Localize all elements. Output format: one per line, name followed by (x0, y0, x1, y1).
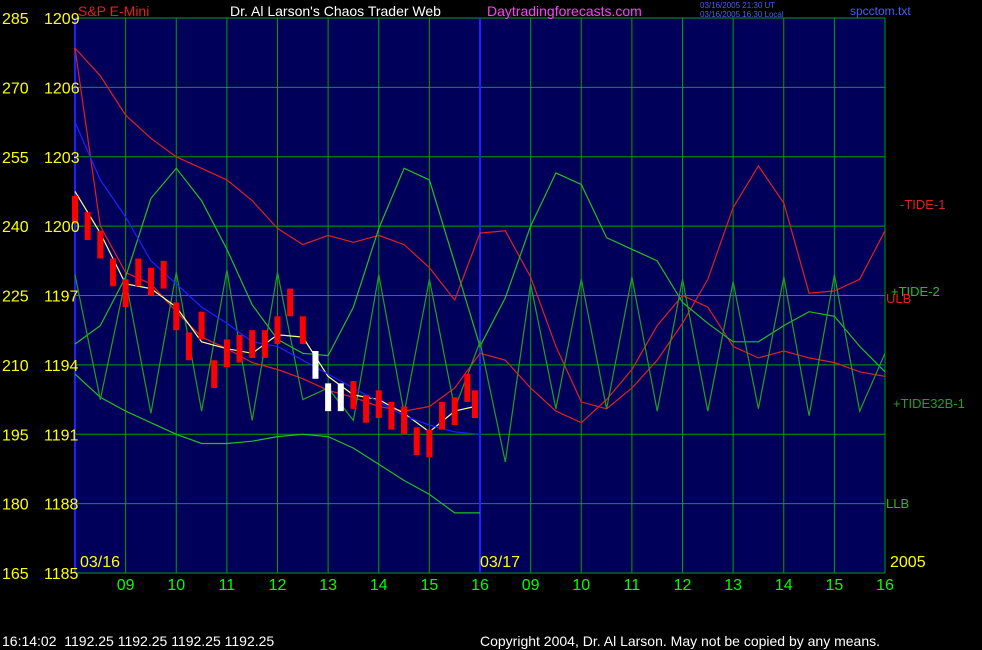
x-tick-hour: 10 (572, 577, 590, 594)
y-tick-price: 1200 (44, 219, 80, 236)
y-tick-price: 1188 (44, 497, 79, 514)
y-tick-outer: 240 (2, 219, 29, 236)
timestamp-ut: 03/16/2005 21:30 UT (700, 1, 775, 10)
price-bar (198, 311, 205, 340)
x-tick-hour: 11 (219, 577, 236, 594)
y-tick-outer: 255 (2, 150, 29, 167)
price-bar (471, 390, 478, 419)
price-bar (147, 267, 154, 296)
x-tick-hour: 11 (624, 577, 641, 594)
y-tick-outer: 180 (2, 497, 29, 514)
x-tick-hour: 14 (775, 577, 793, 594)
price-bar (312, 351, 319, 379)
chart-title: Dr. Al Larson's Chaos Trader Web (230, 3, 441, 19)
price-bar (287, 288, 294, 317)
chart-canvas: 285 1209270 1206255 1203240 1200225 1197210 11… (0, 0, 982, 650)
date-label: 03/17 (480, 554, 520, 571)
y-tick-price: 1191 (44, 427, 79, 444)
y-tick-price: 1206 (44, 80, 80, 97)
x-tick-hour: 09 (117, 577, 135, 594)
y-tick-outer: 270 (2, 80, 29, 97)
y-tick-outer: 225 (2, 289, 29, 306)
x-tick-hour: 12 (269, 577, 287, 594)
x-tick-hour: 10 (167, 577, 185, 594)
x-tick-hour: 13 (724, 577, 742, 594)
price-bar (363, 394, 370, 423)
site-label: Daytradingforecasts.com (487, 3, 642, 19)
x-tick-hour: 13 (319, 577, 337, 594)
y-tick-price: 1209 (44, 11, 80, 28)
price-bar (84, 212, 91, 240)
price-bar (451, 397, 458, 425)
price-bar (135, 258, 142, 287)
y-tick-price: 1194 (44, 358, 79, 375)
price-bar (299, 316, 306, 345)
price-bar (350, 381, 357, 409)
x-tick-hour: 12 (674, 577, 692, 594)
price-bar (261, 330, 268, 358)
y-tick-outer: 210 (2, 358, 29, 375)
price-bar (109, 258, 116, 287)
price-bar (223, 339, 230, 368)
y-tick-outer: 285 (2, 11, 29, 28)
price-bar (413, 427, 420, 456)
y-tick-price: 1197 (44, 289, 79, 306)
price-bar (401, 406, 408, 435)
x-tick-hour: 15 (420, 577, 438, 594)
y-tick-price: 1185 (44, 566, 79, 583)
price-bar (388, 401, 395, 430)
date-label: 03/16 (80, 554, 120, 571)
price-bar (173, 302, 180, 331)
price-bar (464, 374, 471, 402)
y-tick-price: 1203 (44, 150, 80, 167)
date-label: 2005 (890, 554, 926, 571)
price-bar (122, 279, 129, 308)
price-bar (337, 383, 344, 412)
instrument-label: S&P E-Mini (78, 3, 149, 19)
price-bar (160, 260, 167, 289)
x-tick-hour: 16 (876, 577, 894, 594)
price-bar (375, 390, 382, 419)
footer-copyright: Copyright 2004, Dr. Al Larson. May not b… (480, 633, 880, 649)
x-tick-hour: 09 (522, 577, 540, 594)
price-bar (439, 401, 446, 430)
price-bar (185, 332, 192, 361)
price-bar (249, 330, 256, 358)
x-tick-hour: 16 (471, 577, 489, 594)
price-bar (97, 230, 104, 259)
price-bar (325, 383, 332, 412)
price-bar (274, 316, 281, 345)
price-bar (236, 334, 243, 363)
y-tick-outer: 165 (2, 566, 29, 583)
timestamp-local: 03/16/2005 16:30 Local (700, 10, 784, 19)
filename-label: spcctom.txt (850, 4, 911, 18)
y-tick-outer: 195 (2, 427, 29, 444)
curve-label: LLB (886, 496, 909, 511)
x-tick-hour: 14 (370, 577, 388, 594)
curve-label: -TIDE-1 (900, 197, 946, 212)
footer-readout: 16:14:02 1192.25 1192.25 1192.25 1192.25 (2, 633, 274, 649)
price-bar (426, 429, 433, 458)
curve-label: ULB (886, 291, 911, 306)
x-tick-hour: 15 (825, 577, 843, 594)
price-bar (211, 360, 218, 388)
curve-label: +TIDE32B-1 (893, 396, 965, 411)
